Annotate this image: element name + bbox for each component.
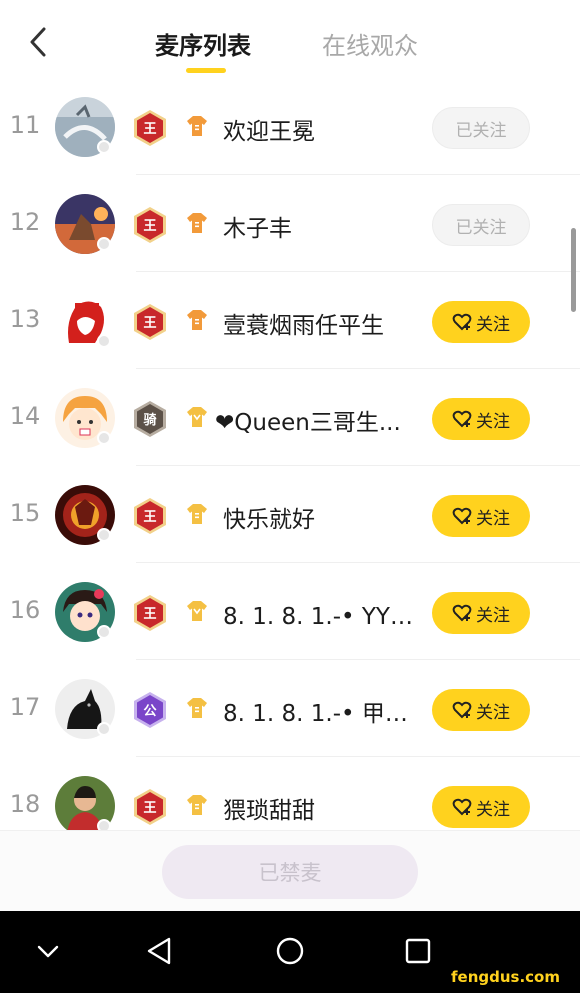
heart-plus-icon xyxy=(452,798,472,816)
list-item[interactable]: 17 公 8. 1. 8. 1.-• 甲鱼... 关注 xyxy=(0,660,580,757)
mic-banned-button[interactable]: 已禁麦 xyxy=(162,845,418,899)
shirt-icon xyxy=(185,502,209,526)
followed-button[interactable]: 已关注 xyxy=(432,204,530,246)
nav-home-button[interactable] xyxy=(270,931,310,971)
level-badge: 公 xyxy=(133,691,167,729)
follow-label: 关注 xyxy=(476,314,510,335)
online-status-dot xyxy=(97,237,111,251)
list-item[interactable]: 14 骑 ❤Queen三哥生... 关注 xyxy=(0,369,580,466)
followed-button[interactable]: 已关注 xyxy=(432,107,530,149)
rank-number: 17 xyxy=(9,693,41,721)
follow-label: 关注 xyxy=(476,702,510,723)
follow-button[interactable]: 关注 xyxy=(432,592,530,634)
back-button[interactable] xyxy=(24,24,54,60)
list-item[interactable]: 12 王 木子丰 已关注 xyxy=(0,175,580,272)
shirt-icon xyxy=(185,114,209,138)
level-badge: 王 xyxy=(133,497,167,535)
online-status-dot xyxy=(97,819,111,830)
online-status-dot xyxy=(97,625,111,639)
follow-label: 关注 xyxy=(476,605,510,626)
shirt-icon xyxy=(185,405,209,429)
active-tab-indicator xyxy=(186,68,226,73)
follow-button[interactable]: 关注 xyxy=(432,495,530,537)
mic-queue-list[interactable]: 11 王 欢迎王冕 已关注 12 王 木子丰 已关注 13 王 壹蓑烟雨任平生 … xyxy=(0,78,580,830)
online-status-dot xyxy=(97,140,111,154)
list-item[interactable]: 16 王 8. 1. 8. 1.-• YYTぅ 关注 xyxy=(0,563,580,660)
chevron-left-icon xyxy=(30,27,46,57)
user-name: 快乐就好 xyxy=(223,507,315,533)
online-status-dot xyxy=(97,722,111,736)
list-item[interactable]: 13 王 壹蓑烟雨任平生 关注 xyxy=(0,272,580,369)
list-item[interactable]: 18 王 猥琐甜甜 关注 xyxy=(0,757,580,830)
user-name: 壹蓑烟雨任平生 xyxy=(223,313,384,339)
rank-number: 11 xyxy=(9,111,41,139)
rank-number: 14 xyxy=(9,402,41,430)
follow-button[interactable]: 关注 xyxy=(432,301,530,343)
nav-back-button[interactable] xyxy=(140,931,180,971)
list-item[interactable]: 15 王 快乐就好 关注 xyxy=(0,466,580,563)
chevron-down-icon xyxy=(37,945,59,958)
follow-button[interactable]: 关注 xyxy=(432,689,530,731)
scrollbar[interactable] xyxy=(571,228,576,312)
level-badge: 骑 xyxy=(133,400,167,438)
online-status-dot xyxy=(97,334,111,348)
triangle-back-icon xyxy=(147,937,171,965)
user-name: 猥琐甜甜 xyxy=(223,798,315,824)
heart-plus-icon xyxy=(452,410,472,428)
level-badge: 王 xyxy=(133,594,167,632)
level-badge: 王 xyxy=(133,788,167,826)
rank-number: 16 xyxy=(9,596,41,624)
rank-number: 12 xyxy=(9,208,41,236)
user-name: 8. 1. 8. 1.-• 甲鱼... xyxy=(223,701,423,727)
system-navigation-bar: fengdus.com xyxy=(0,911,580,993)
heart-plus-icon xyxy=(452,313,472,331)
level-badge: 王 xyxy=(133,206,167,244)
bottom-bar: 已禁麦 xyxy=(0,830,580,912)
shirt-icon xyxy=(185,308,209,332)
heart-plus-icon xyxy=(452,604,472,622)
level-badge: 王 xyxy=(133,109,167,147)
list-item[interactable]: 11 王 欢迎王冕 已关注 xyxy=(0,78,580,175)
rank-number: 18 xyxy=(9,790,41,818)
follow-label: 关注 xyxy=(476,508,510,529)
circle-home-icon xyxy=(276,937,304,965)
online-status-dot xyxy=(97,528,111,542)
tab-online-audience[interactable]: 在线观众 xyxy=(322,26,418,61)
watermark-text: fengdus.com xyxy=(451,968,560,986)
level-badge: 王 xyxy=(133,303,167,341)
header-bar: 麦序列表 在线观众 xyxy=(0,0,580,90)
follow-button[interactable]: 关注 xyxy=(432,398,530,440)
nav-recents-button[interactable] xyxy=(398,931,438,971)
user-name: 8. 1. 8. 1.-• YYTぅ xyxy=(223,604,423,630)
rank-number: 15 xyxy=(9,499,41,527)
follow-label: 关注 xyxy=(476,799,510,820)
follow-button[interactable]: 关注 xyxy=(432,786,530,828)
user-name: ❤Queen三哥生... xyxy=(215,410,401,436)
heart-plus-icon xyxy=(452,507,472,525)
shirt-icon xyxy=(185,599,209,623)
follow-label: 关注 xyxy=(476,411,510,432)
tab-mic-queue[interactable]: 麦序列表 xyxy=(155,26,251,61)
rank-number: 13 xyxy=(9,305,41,333)
user-name: 木子丰 xyxy=(223,216,292,242)
hide-keyboard-button[interactable] xyxy=(28,931,68,971)
user-name: 欢迎王冕 xyxy=(223,119,315,145)
heart-plus-icon xyxy=(452,701,472,719)
shirt-icon xyxy=(185,211,209,235)
shirt-icon xyxy=(185,793,209,817)
square-recents-icon xyxy=(405,938,431,964)
online-status-dot xyxy=(97,431,111,445)
shirt-icon xyxy=(185,696,209,720)
